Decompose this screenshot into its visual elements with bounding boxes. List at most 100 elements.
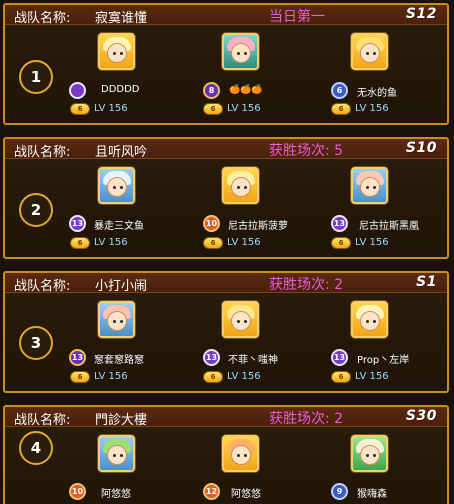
player-name: 阿悠悠 — [231, 489, 261, 500]
team-name-label: 战队名称: — [14, 145, 71, 160]
rank-circle: 3 — [19, 326, 53, 360]
player-level: LV 156 — [227, 237, 261, 248]
player-name: Prop丶左岸 — [357, 355, 410, 366]
avatar-eye — [237, 454, 240, 457]
avatar-eye — [120, 52, 123, 55]
player-avatar[interactable] — [222, 167, 259, 204]
avatar-face — [360, 311, 380, 331]
team-card[interactable]: 战队名称: 小打小闹 获胜场次: 2 S1 3 13 䆫套䆫路䆫 6 LV 15… — [3, 271, 449, 393]
team-stat: 当日第一 — [269, 9, 325, 25]
vip-icon: 6 — [203, 103, 223, 115]
avatar-eye — [244, 320, 247, 323]
server-tag: S12 — [405, 6, 437, 22]
avatar-eye — [373, 186, 376, 189]
avatar-face — [107, 445, 127, 465]
team-stat: 获胜场次: 2 — [269, 411, 344, 427]
player-avatar[interactable] — [222, 33, 259, 70]
vip-icon: 6 — [70, 237, 90, 249]
vip-icon: 6 — [331, 103, 351, 115]
avatar-face — [107, 177, 127, 197]
team-card[interactable]: 战队名称: 且听风吟 获胜场次: 5 S10 2 13 暴走三文鱼 6 LV 1… — [3, 137, 449, 259]
team-name-label: 战队名称: — [14, 413, 71, 428]
rank-circle: 1 — [19, 60, 53, 94]
server-tag: S30 — [405, 408, 437, 424]
avatar-face — [107, 311, 127, 331]
player-name: 尼古拉斯黑凰 — [359, 221, 419, 232]
rank-badge-icon — [69, 82, 86, 99]
team-name: 門診大樓 — [95, 413, 148, 428]
avatar-eye — [373, 52, 376, 55]
avatar-eye — [113, 320, 116, 323]
rank-badge-icon: 12 — [203, 483, 220, 500]
player-name: 䆫套䆫路䆫 — [94, 355, 144, 366]
avatar-eye — [366, 454, 369, 457]
team-stat: 获胜场次: 5 — [269, 143, 344, 159]
avatar-face — [231, 311, 251, 331]
avatar-eye — [120, 186, 123, 189]
team-name-label: 战队名称: — [14, 11, 71, 26]
rank-badge-icon: 8 — [203, 82, 220, 99]
vip-icon: 6 — [203, 371, 223, 383]
player-name: 尼古拉斯菠萝 — [228, 221, 288, 232]
vip-icon: 6 — [70, 371, 90, 383]
player-name: 不菲丶嗤神 — [228, 355, 278, 366]
player-avatar[interactable] — [222, 301, 259, 338]
rank-badge-icon: 10 — [203, 215, 220, 232]
player-level: LV 156 — [94, 237, 128, 248]
avatar-eye — [244, 186, 247, 189]
team-card[interactable]: 战队名称: 門診大樓 获胜场次: 2 S30 4 10 阿悠悠 12 阿悠悠 9… — [3, 405, 449, 504]
rank-circle: 4 — [19, 431, 53, 465]
player-name: 阿悠悠 — [101, 489, 131, 500]
vip-icon: 6 — [70, 103, 90, 115]
player-level: LV 156 — [355, 371, 389, 382]
avatar-face — [231, 43, 251, 63]
avatar-eye — [237, 52, 240, 55]
player-avatar[interactable] — [351, 435, 388, 472]
player-name: 暴走三文鱼 — [94, 221, 144, 232]
vip-icon: 6 — [203, 237, 223, 249]
vip-icon: 6 — [331, 237, 351, 249]
player-name: DDDDD — [101, 84, 140, 95]
avatar-eye — [237, 186, 240, 189]
player-level: LV 156 — [355, 103, 389, 114]
team-ranking-list[interactable]: 战队名称: 寂寞谁懂 当日第一 S12 1 DDDDD 6 LV 156 8 🍊… — [0, 0, 454, 504]
avatar-eye — [373, 320, 376, 323]
avatar-eye — [113, 52, 116, 55]
player-avatar[interactable] — [351, 301, 388, 338]
player-level: LV 156 — [355, 237, 389, 248]
avatar-face — [107, 43, 127, 63]
player-avatar[interactable] — [351, 167, 388, 204]
rank-badge-icon: 9 — [331, 483, 348, 500]
avatar-eye — [366, 52, 369, 55]
avatar-face — [231, 177, 251, 197]
player-avatar[interactable] — [98, 167, 135, 204]
rank-badge-icon: 13 — [203, 349, 220, 366]
avatar-face — [360, 43, 380, 63]
server-tag: S10 — [405, 140, 437, 156]
player-avatar[interactable] — [98, 33, 135, 70]
avatar-eye — [366, 186, 369, 189]
avatar-face — [231, 445, 251, 465]
avatar-eye — [237, 320, 240, 323]
player-avatar[interactable] — [222, 435, 259, 472]
rank-circle: 2 — [19, 193, 53, 227]
avatar-eye — [113, 454, 116, 457]
avatar-eye — [366, 320, 369, 323]
team-name: 小打小闹 — [95, 279, 148, 294]
fruit-icons: 🍊🍊🍊 — [229, 85, 263, 95]
player-avatar[interactable] — [98, 301, 135, 338]
team-header: 战队名称: 寂寞谁懂 当日第一 S12 — [5, 5, 447, 26]
avatar-face — [360, 445, 380, 465]
player-avatar[interactable] — [351, 33, 388, 70]
rank-badge-icon: 13 — [331, 349, 348, 366]
team-header: 战队名称: 且听风吟 获胜场次: 5 S10 — [5, 139, 447, 160]
avatar-eye — [120, 454, 123, 457]
rank-badge-icon: 13 — [69, 349, 86, 366]
avatar-eye — [120, 320, 123, 323]
avatar-face — [360, 177, 380, 197]
team-card[interactable]: 战队名称: 寂寞谁懂 当日第一 S12 1 DDDDD 6 LV 156 8 🍊… — [3, 3, 449, 125]
avatar-eye — [244, 454, 247, 457]
server-tag: S1 — [416, 274, 437, 290]
player-avatar[interactable] — [98, 435, 135, 472]
player-name: 无水的鱼 — [357, 88, 397, 99]
